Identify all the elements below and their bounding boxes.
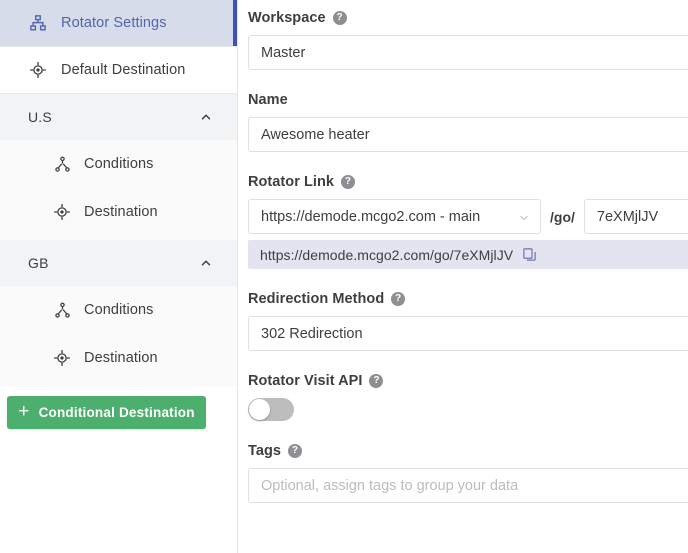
workspace-label: Workspace	[248, 10, 326, 26]
help-icon[interactable]: ?	[391, 292, 406, 306]
generated-url-text: https://demode.mcgo2.com/go/7eXMjlJV	[260, 246, 514, 263]
sidebar-item-default-destination[interactable]: Default Destination	[0, 47, 237, 93]
rotator-link-separator: /go/	[550, 208, 575, 225]
rotator-slug-wrap	[583, 199, 688, 234]
add-button-label: Conditional Destination	[38, 405, 195, 420]
chevron-up-icon[interactable]	[199, 110, 213, 124]
generated-url-bar: https://demode.mcgo2.com/go/7eXMjlJV	[248, 240, 688, 269]
sidebar-subitem-label: Conditions	[84, 302, 154, 318]
redirection-method-field-block: Redirection Method ?	[248, 291, 688, 351]
sidebar-group-body-gb: Conditions Destination	[0, 286, 237, 386]
help-icon[interactable]: ?	[369, 374, 384, 388]
redirection-method-label-row: Redirection Method ?	[248, 291, 688, 307]
redirection-method-label: Redirection Method	[248, 291, 385, 307]
sidebar-item-gb-conditions[interactable]: Conditions	[0, 286, 237, 334]
name-field-block: Name	[248, 92, 688, 152]
add-conditional-destination-wrap: + Conditional Destination	[0, 386, 237, 429]
target-icon	[52, 202, 72, 222]
name-input[interactable]	[248, 117, 688, 152]
rotator-link-label-row: Rotator Link ?	[248, 174, 688, 190]
help-icon[interactable]: ?	[287, 444, 302, 458]
sidebar-subitem-label: Destination	[84, 350, 158, 366]
tags-label-row: Tags ?	[248, 443, 688, 459]
help-icon[interactable]: ?	[332, 11, 347, 25]
sidebar-item-label: Default Destination	[61, 62, 186, 78]
sidebar-subitem-label: Destination	[84, 204, 158, 220]
workspace-label-row: Workspace ?	[248, 10, 688, 26]
sidebar-item-gb-destination[interactable]: Destination	[0, 334, 237, 382]
name-label-row: Name	[248, 92, 688, 108]
tags-input[interactable]	[248, 468, 688, 503]
tags-field-block: Tags ?	[248, 443, 688, 503]
chevron-up-icon[interactable]	[199, 256, 213, 270]
sidebar-item-us-destination[interactable]: Destination	[0, 188, 237, 236]
help-icon[interactable]: ?	[341, 175, 355, 189]
tags-label: Tags	[248, 443, 281, 459]
settings-form: Workspace ? Name Rotator Link ?	[238, 0, 688, 553]
rotator-visit-api-label: Rotator Visit API	[248, 373, 363, 389]
sidebar-subitem-label: Conditions	[84, 156, 154, 172]
sidebar-item-us-conditions[interactable]: Conditions	[0, 140, 237, 188]
rotator-domain-select[interactable]	[248, 199, 541, 234]
target-icon	[28, 60, 48, 80]
sidebar-group-header-gb[interactable]: GB	[0, 240, 237, 286]
rotator-link-row: /go/	[248, 199, 688, 234]
sidebar-group-body-us: Conditions Destination	[0, 140, 237, 240]
rotator-visit-api-toggle[interactable]	[248, 398, 294, 421]
sidebar-group-header-us[interactable]: U.S	[0, 94, 237, 140]
workspace-field-block: Workspace ?	[248, 10, 688, 70]
sitemap-icon	[28, 13, 48, 33]
sidebar: Rotator Settings Default Destination U.S	[0, 0, 238, 553]
rotator-domain-select-wrap	[248, 199, 541, 234]
sidebar-item-label: Rotator Settings	[61, 15, 167, 31]
sidebar-item-rotator-settings[interactable]: Rotator Settings	[0, 0, 237, 46]
name-label: Name	[248, 92, 288, 108]
copy-icon[interactable]	[522, 247, 537, 262]
plus-icon: +	[18, 401, 30, 422]
workspace-input[interactable]	[248, 35, 688, 70]
rotator-visit-api-field-block: Rotator Visit API ?	[248, 373, 688, 421]
node-branch-icon	[52, 154, 72, 174]
app-root: Rotator Settings Default Destination U.S	[0, 0, 688, 553]
rotator-link-label: Rotator Link	[248, 174, 334, 190]
sidebar-group-title: U.S	[28, 109, 52, 125]
toggle-knob	[249, 399, 270, 420]
sidebar-group-title: GB	[28, 255, 49, 271]
rotator-slug-input[interactable]	[583, 199, 688, 234]
node-branch-icon	[52, 300, 72, 320]
redirection-method-select[interactable]	[248, 316, 688, 351]
rotator-visit-api-label-row: Rotator Visit API ?	[248, 373, 688, 389]
add-conditional-destination-button[interactable]: + Conditional Destination	[7, 396, 206, 429]
rotator-link-field-block: Rotator Link ? /go/ https:/	[248, 174, 688, 269]
target-icon	[52, 348, 72, 368]
